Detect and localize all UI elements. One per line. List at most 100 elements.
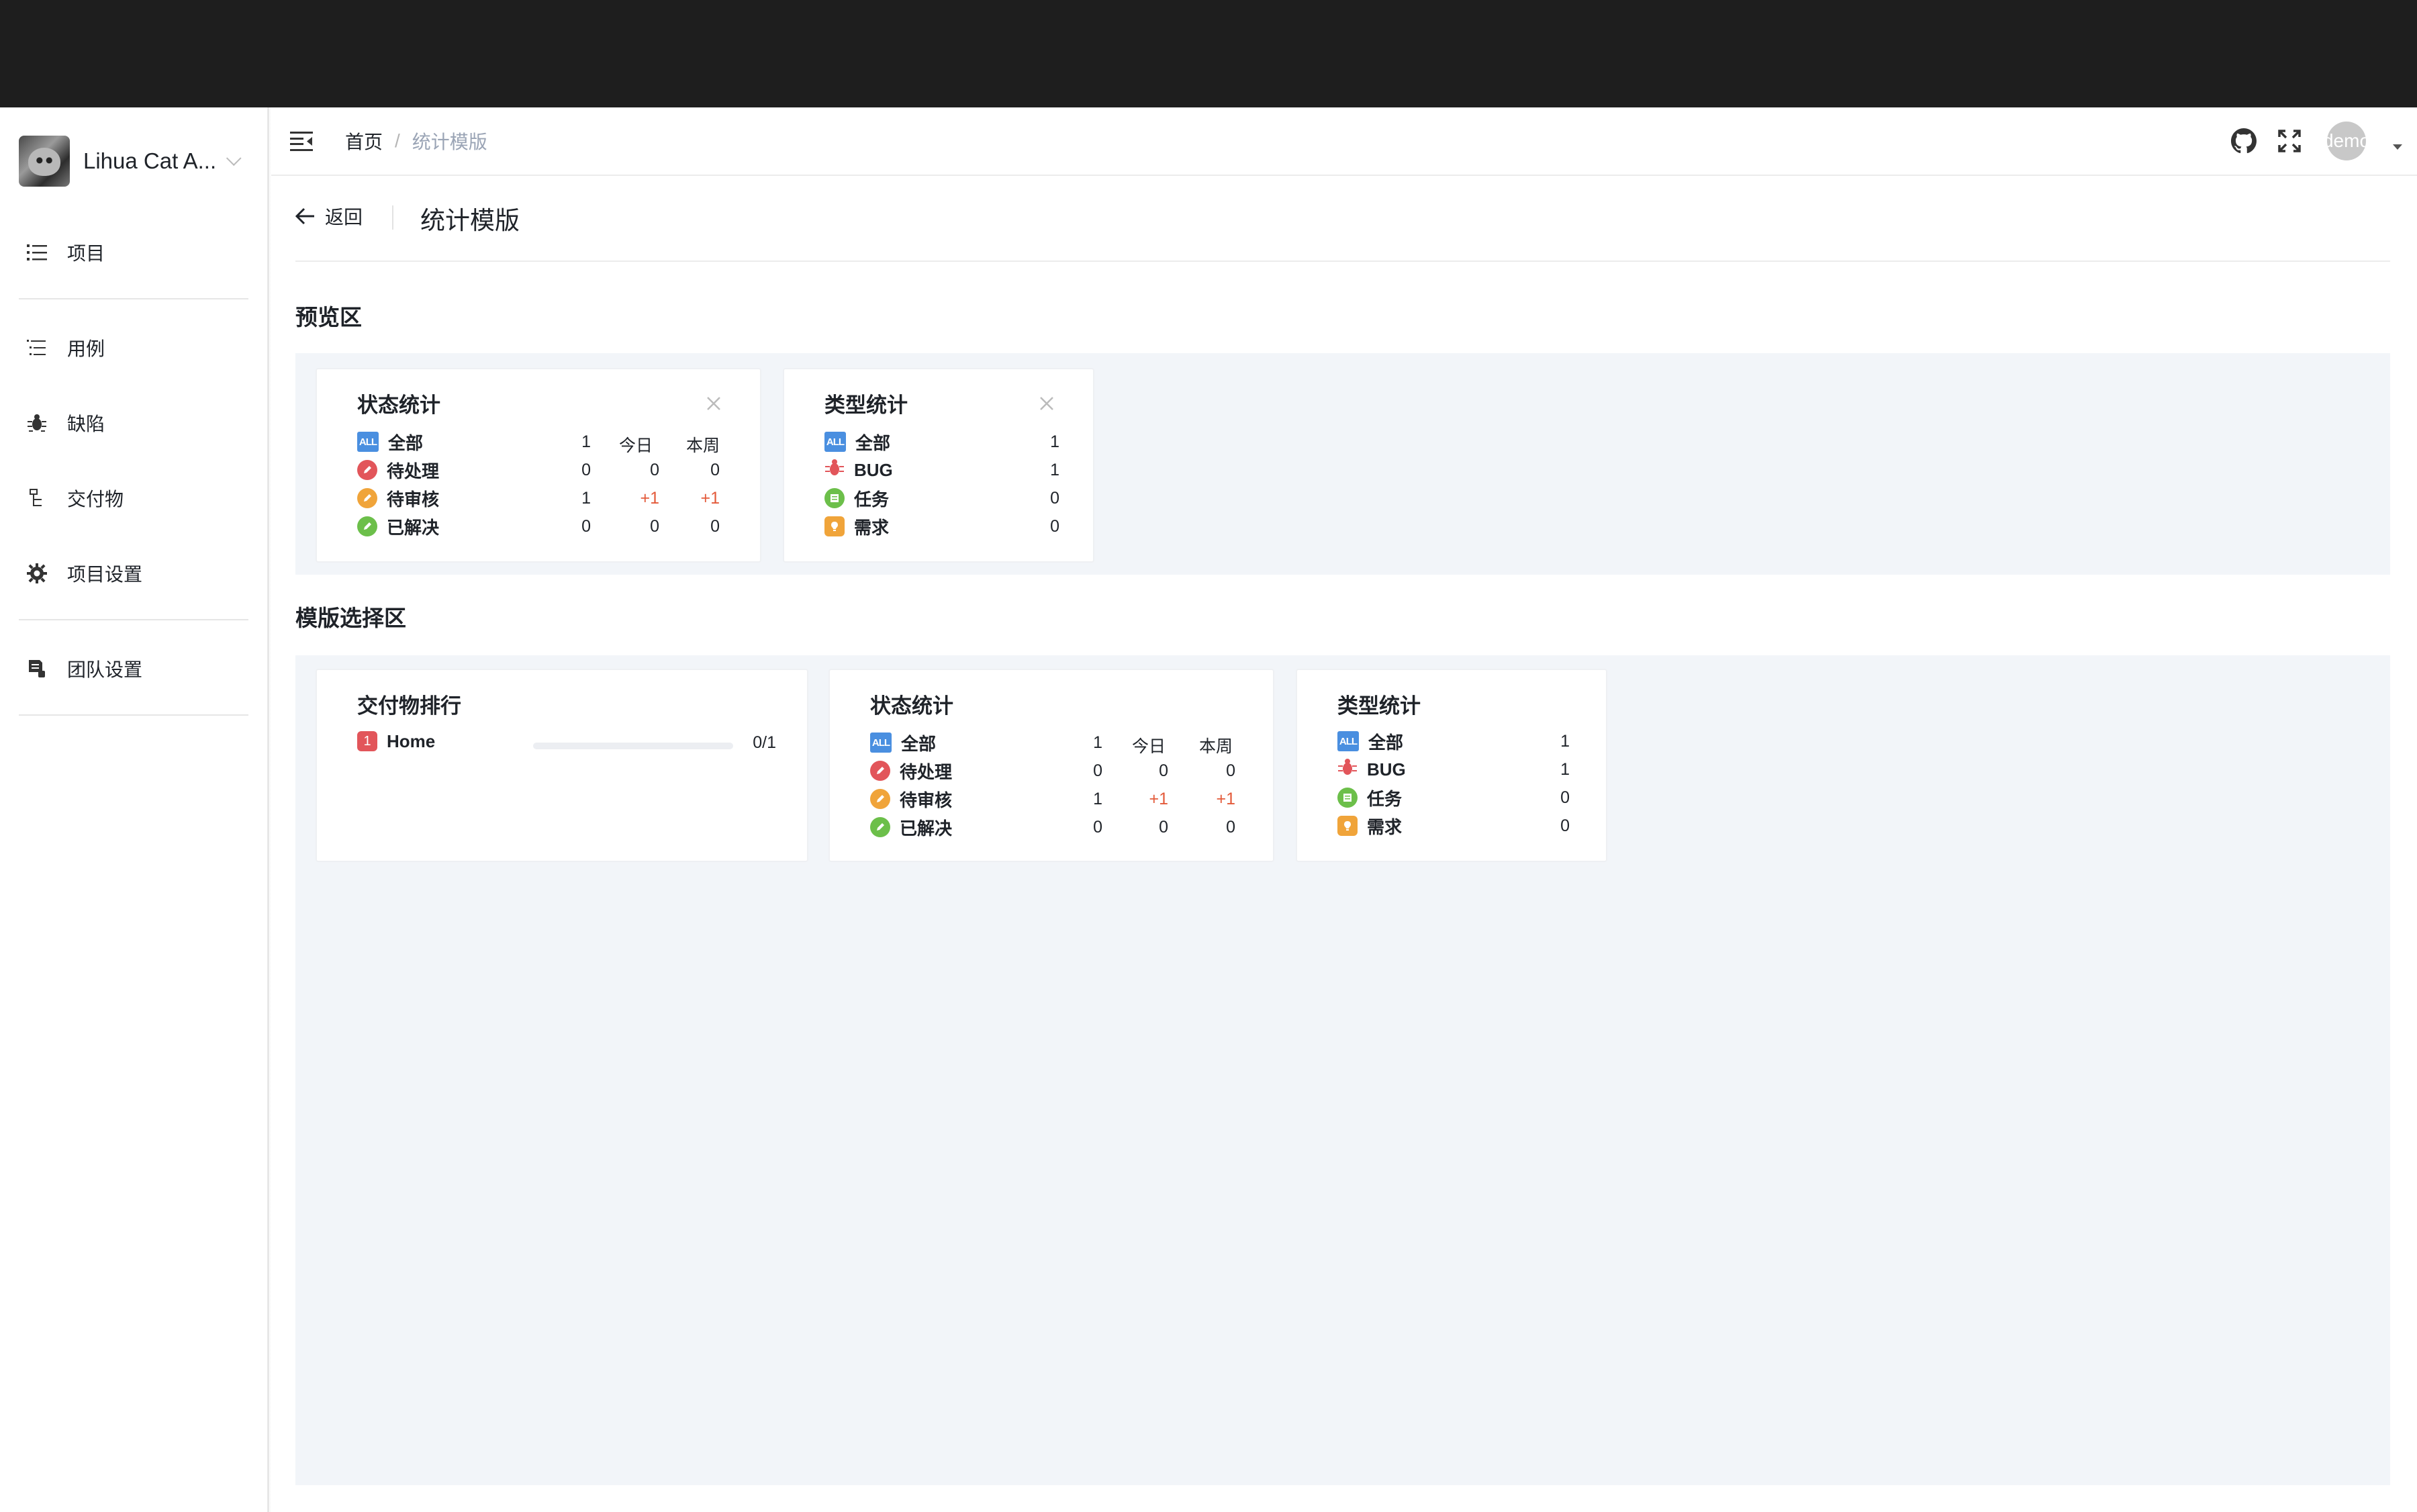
arrow-left-icon <box>295 207 314 225</box>
row-label: 待审核 <box>387 489 440 510</box>
sidebar-item-label: 项目设置 <box>67 564 143 585</box>
row-label: 任务 <box>1367 788 1403 809</box>
cell-total: 0 <box>581 517 591 536</box>
template-area: 交付物排行 1 Home 0/1 状态统计 ALL 全部 1 今日 本周 待处理… <box>295 655 2390 1485</box>
type-row-task: 任务 <box>1337 786 1402 810</box>
row-label: 待处理 <box>900 761 953 782</box>
sidebar-item-label: 用例 <box>67 338 105 359</box>
sidebar-item-label: 交付物 <box>67 489 124 510</box>
cell-value: 0 <box>1050 517 1059 536</box>
back-button[interactable]: 返回 <box>295 203 363 230</box>
cell-value: 1 <box>1050 432 1059 451</box>
template-type-card[interactable]: 类型统计 ALL 全部 1 BUG 1 任务 0 需求 0 <box>1296 669 1607 862</box>
sidebar-item-team-settings[interactable]: 团队设置 <box>26 649 142 689</box>
resolved-icon <box>870 817 890 837</box>
row-label: 全部 <box>388 432 424 453</box>
divider <box>19 298 248 299</box>
cell-today: 0 <box>1159 818 1168 837</box>
cell-total: 1 <box>1093 790 1102 808</box>
card-title: 状态统计 <box>870 694 953 718</box>
sidebar-item-label: 团队设置 <box>67 659 143 680</box>
row-label: 全部 <box>855 432 891 453</box>
preview-type-card[interactable]: 类型统计 ALL 全部 1 BUG 1 任务 0 需求 0 <box>783 368 1094 563</box>
type-row-task: 任务 <box>824 486 889 510</box>
preview-status-card[interactable]: 状态统计 ALL 全部 1 今日 本周 待处理 0 0 0 待审核 1 +1 +… <box>316 368 761 563</box>
close-icon[interactable] <box>1038 395 1055 412</box>
ranking-item-name: Home <box>387 730 436 751</box>
card-title: 类型统计 <box>1337 694 1421 718</box>
rank-number: 1 <box>357 731 377 751</box>
row-label: BUG <box>1367 759 1406 779</box>
status-row-pending: 待处理 <box>870 759 952 783</box>
team-switcher[interactable]: Lihua Cat A... <box>19 136 247 187</box>
resolved-icon <box>357 516 377 536</box>
breadcrumb-home[interactable]: 首页 <box>345 128 383 154</box>
status-row-review: 待审核 <box>357 486 439 510</box>
cell-total: 1 <box>581 432 591 451</box>
card-title: 交付物排行 <box>357 694 461 718</box>
avatar[interactable]: demo <box>2327 122 2366 160</box>
pending-icon <box>870 761 890 781</box>
cell-value: 1 <box>1560 760 1570 779</box>
sidebar: Lihua Cat A... 项目 用例 缺陷 交付物 项目设置 团队设置 <box>0 107 269 1512</box>
sidebar-item-projects[interactable]: 项目 <box>26 232 105 273</box>
row-label: 需求 <box>854 517 890 538</box>
column-header-week: 本周 <box>685 436 720 455</box>
sidebar-item-label: 项目 <box>67 243 105 264</box>
card-title: 状态统计 <box>357 393 440 417</box>
task-icon <box>1337 788 1358 808</box>
header-actions: demo <box>2229 120 2417 162</box>
type-row-all: ALL 全部 <box>1337 729 1403 753</box>
status-row-resolved: 已解决 <box>870 815 952 839</box>
all-icon: ALL <box>357 432 379 452</box>
progress-bar <box>533 743 733 749</box>
cell-week: +1 <box>700 489 720 508</box>
type-row-requirement: 需求 <box>1337 814 1402 838</box>
sidebar-item-cases[interactable]: 用例 <box>26 328 105 368</box>
sidebar-item-bugs[interactable]: 缺陷 <box>26 403 105 443</box>
cell-value: 0 <box>1560 816 1570 835</box>
ranking-item: 1 Home <box>357 729 435 753</box>
sidebar-shadow <box>267 107 271 1512</box>
column-header-week: 本周 <box>1198 737 1233 756</box>
cell-total: 0 <box>581 461 591 479</box>
row-label: 待审核 <box>900 790 953 810</box>
close-icon[interactable] <box>705 395 722 412</box>
row-label: 已解决 <box>900 818 953 839</box>
type-row-bug: BUG <box>824 458 893 482</box>
cell-week: 0 <box>710 517 720 536</box>
row-label: 已解决 <box>387 517 440 538</box>
menu-fold-icon[interactable] <box>290 130 313 152</box>
template-ranking-card[interactable]: 交付物排行 1 Home 0/1 <box>316 669 808 862</box>
back-label: 返回 <box>325 207 363 228</box>
review-icon <box>357 488 377 508</box>
type-row-requirement: 需求 <box>824 514 889 538</box>
sidebar-item-deliverables[interactable]: 交付物 <box>26 478 124 518</box>
cell-total: 1 <box>581 489 591 508</box>
template-status-card[interactable]: 状态统计 ALL 全部 1 今日 本周 待处理 0 0 0 待审核 1 +1 +… <box>828 669 1274 862</box>
column-header-today: 今日 <box>1131 737 1166 756</box>
row-label: 全部 <box>1368 732 1404 753</box>
cell-today: 0 <box>1159 761 1168 780</box>
divider <box>19 714 248 716</box>
sidebar-item-project-settings[interactable]: 项目设置 <box>26 553 142 594</box>
caret-down-icon[interactable] <box>2393 144 2402 150</box>
status-row-all: ALL 全部 <box>357 430 423 454</box>
all-icon: ALL <box>824 432 846 452</box>
row-label: 任务 <box>854 489 890 510</box>
row-label: 全部 <box>901 733 937 754</box>
all-icon: ALL <box>870 733 892 753</box>
github-icon[interactable] <box>2229 126 2259 156</box>
preview-section-title: 预览区 <box>295 305 362 330</box>
cell-week: +1 <box>1216 790 1235 808</box>
cell-today: +1 <box>1149 790 1168 808</box>
page-title: 统计模版 <box>420 207 520 234</box>
gear-icon <box>26 562 48 585</box>
status-row-review: 待审核 <box>870 787 952 811</box>
row-label: 待处理 <box>387 461 440 481</box>
cell-total: 1 <box>1093 733 1102 752</box>
fullscreen-icon[interactable] <box>2275 126 2304 156</box>
deliverable-icon <box>26 487 48 510</box>
preview-area: 状态统计 ALL 全部 1 今日 本周 待处理 0 0 0 待审核 1 +1 +… <box>295 353 2390 575</box>
status-row-resolved: 已解决 <box>357 514 439 538</box>
